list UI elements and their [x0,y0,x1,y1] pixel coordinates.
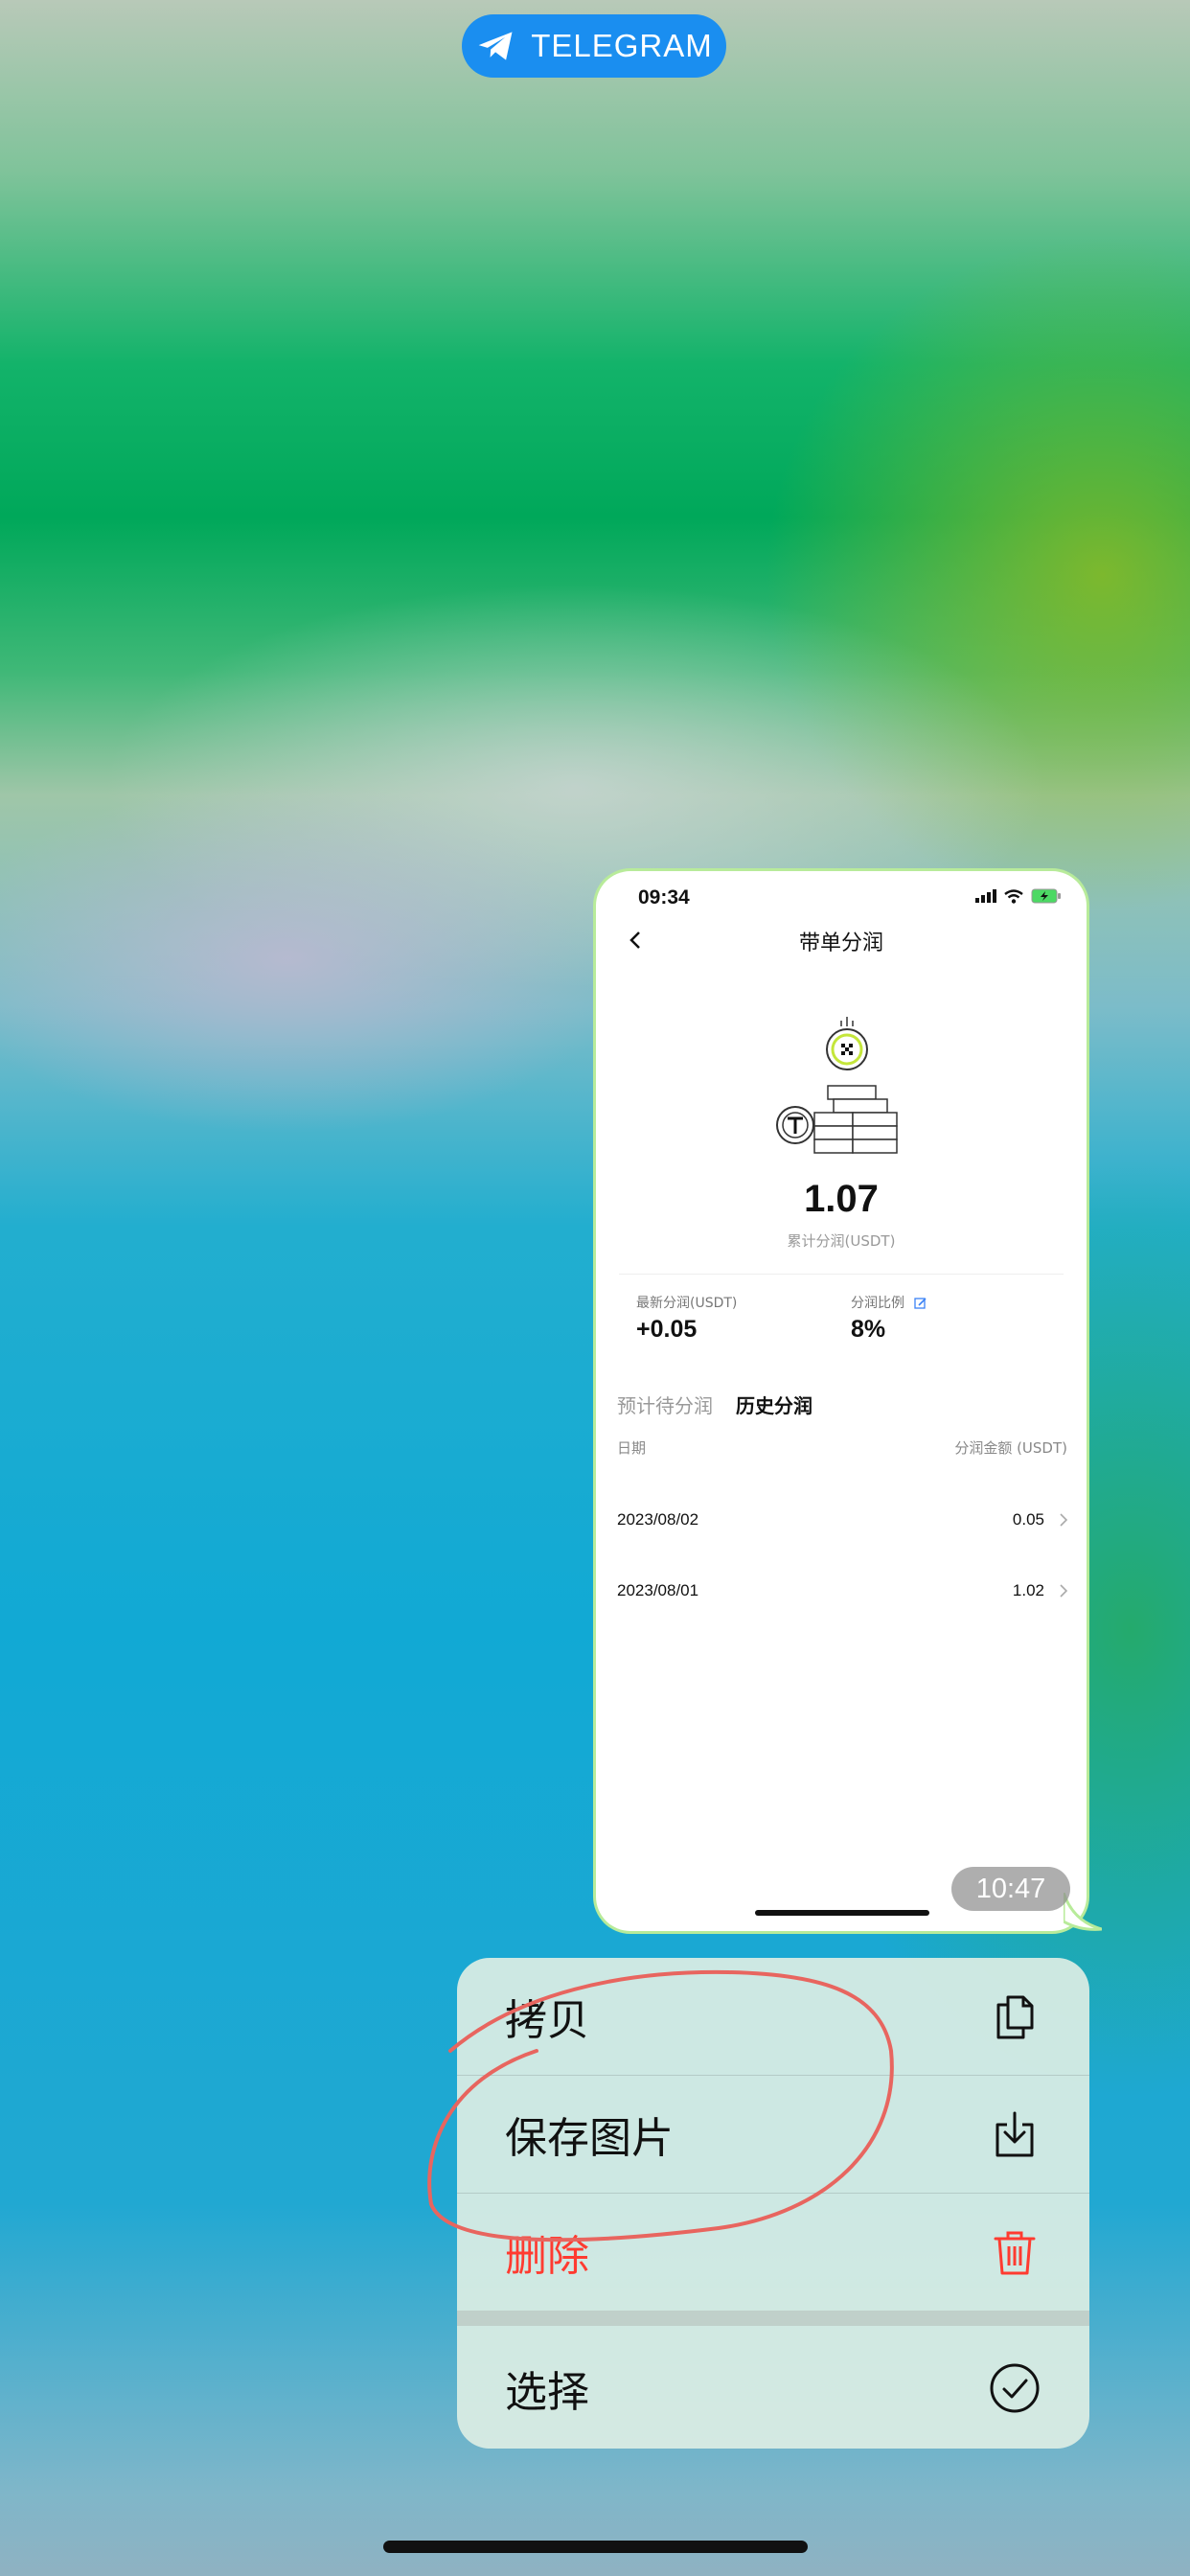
chevron-right-icon [1060,1513,1068,1527]
menu-item-select[interactable]: 选择 [457,2330,1089,2447]
profit-ratio-label: 分润比例 [851,1296,904,1311]
return-pill-label: TELEGRAM [531,28,713,63]
row-amount: 1.02 [1012,1581,1044,1599]
return-to-telegram-pill[interactable]: TELEGRAM [462,14,726,78]
image-message-bubble[interactable]: 09:34 带单分润 1.07 累计分润(USDT) 最新分润(USDT) +0… [596,871,1087,1931]
edit-icon [914,1298,927,1309]
message-timestamp: 10:47 [951,1867,1070,1911]
bubble-tail [1064,1893,1102,1931]
menu-item-label: 拷贝 [505,1996,589,2045]
latest-profit-label: 最新分润(USDT) [636,1296,738,1311]
total-profit-label: 累计分润(USDT) [787,1232,896,1250]
table-row: 2023/08/02 0.05 [617,1501,1069,1539]
signal-icon [975,889,996,903]
battery-charging-icon [1031,888,1061,904]
coins-illustration-icon [776,1017,898,1154]
column-header-date: 日期 [617,1439,647,1457]
save-download-icon [995,2111,1034,2157]
tab-history-profit: 历史分润 [736,1394,812,1417]
home-indicator [383,2541,808,2553]
latest-profit-value: +0.05 [636,1316,698,1343]
row-date: 2023/08/01 [617,1581,699,1599]
latest-profit-stat: 最新分润(USDT) +0.05 [636,1293,737,1344]
checkmark-circle-icon [990,2363,1040,2413]
telegram-plane-icon [478,32,513,60]
profit-ratio-stat: 分润比例 8% [851,1293,927,1344]
menu-item-delete[interactable]: 删除 [457,2194,1089,2311]
row-date: 2023/08/02 [617,1510,699,1529]
trash-icon [994,2231,1036,2275]
row-amount: 0.05 [1012,1510,1044,1529]
menu-group-gap [457,2311,1089,2326]
copy-icon [996,1995,1034,2039]
column-header-amount: 分润金额 (USDT) [954,1439,1067,1457]
screenshot-home-indicator [755,1910,929,1916]
screenshot-status-time: 09:34 [638,886,690,908]
table-row: 2023/08/01 1.02 [617,1572,1069,1610]
screenshot-page-title: 带单分润 [798,932,883,955]
profit-tabs: 预计待分润 历史分润 [617,1391,812,1418]
menu-item-label: 保存图片 [505,2114,674,2163]
menu-item-copy[interactable]: 拷贝 [457,1958,1089,2075]
wifi-icon [1004,888,1023,904]
menu-item-save-image[interactable]: 保存图片 [457,2076,1089,2193]
stats-divider [619,1274,1064,1275]
menu-item-label: 选择 [505,2368,589,2417]
menu-item-label: 删除 [505,2232,589,2281]
chevron-right-icon [1060,1584,1068,1598]
total-profit-value: 1.07 [804,1178,879,1220]
profit-ratio-value: 8% [851,1316,886,1343]
tab-pending-profit: 预计待分润 [617,1394,713,1417]
screenshot-status-icons [975,888,1062,904]
context-menu: 拷贝 保存图片 删除 选择 [457,1958,1089,2449]
